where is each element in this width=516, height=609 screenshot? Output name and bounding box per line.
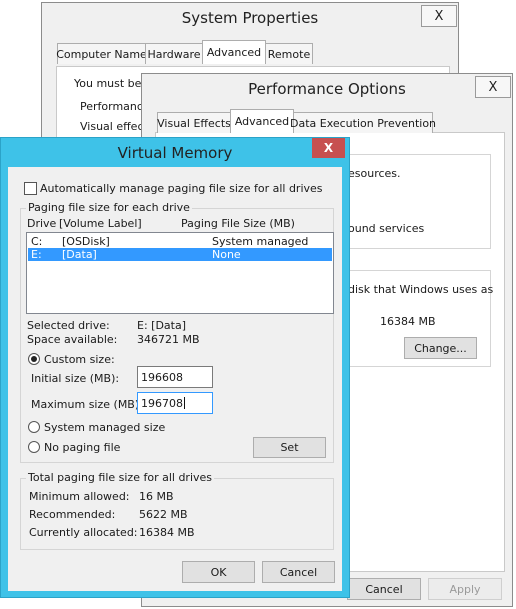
no-paging-radio[interactable] bbox=[28, 441, 40, 453]
set-button[interactable]: Set bbox=[253, 437, 326, 458]
initial-size-label: Initial size (MB): bbox=[31, 372, 120, 385]
paging-size: None bbox=[212, 248, 241, 261]
total-paging-size-value: 16384 MB bbox=[380, 315, 436, 328]
ok-button[interactable]: OK bbox=[182, 561, 255, 583]
initial-size-input[interactable]: 196608 bbox=[137, 366, 213, 388]
close-icon: X bbox=[434, 8, 444, 24]
auto-manage-label: Automatically manage paging file size fo… bbox=[40, 182, 323, 195]
cancel-button[interactable]: Cancel bbox=[262, 561, 335, 583]
currently-allocated-value: 16384 MB bbox=[139, 526, 195, 539]
tab-advanced[interactable]: Advanced bbox=[230, 109, 294, 133]
visual-effects-text: Visual effect bbox=[80, 120, 148, 133]
column-header-drive: Drive bbox=[27, 217, 57, 230]
currently-allocated-label: Currently allocated: bbox=[29, 526, 138, 539]
virtual-memory-dialog: Virtual Memory X Automatically manage pa… bbox=[0, 137, 350, 598]
volume-label: [OSDisk] bbox=[62, 235, 110, 248]
performance-options-titlebar: Performance Options bbox=[142, 74, 512, 104]
auto-manage-checkbox[interactable] bbox=[24, 182, 37, 195]
paging-size: System managed bbox=[212, 235, 309, 248]
tab-visual-effects[interactable]: Visual Effects bbox=[157, 112, 231, 133]
recommended-label: Recommended: bbox=[29, 508, 116, 521]
tab-hardware[interactable]: Hardware bbox=[145, 43, 203, 64]
system-managed-label: System managed size bbox=[44, 421, 166, 434]
selected-drive-value: E: [Data] bbox=[137, 319, 187, 332]
admin-notice-text: You must be l bbox=[74, 77, 148, 90]
window-title: Performance Options bbox=[248, 80, 406, 98]
virtual-memory-titlebar: Virtual Memory bbox=[1, 138, 349, 167]
drive-letter: E: bbox=[31, 248, 42, 261]
close-icon: X bbox=[488, 79, 498, 95]
maximum-size-label: Maximum size (MB): bbox=[31, 398, 143, 411]
volume-label: [Data] bbox=[62, 248, 97, 261]
change-button[interactable]: Change... bbox=[404, 337, 477, 359]
list-item-selected[interactable]: E: [Data] None bbox=[28, 248, 332, 261]
tab-data-execution-prevention[interactable]: Data Execution Prevention bbox=[290, 112, 436, 133]
window-title: Virtual Memory bbox=[117, 143, 233, 162]
close-button[interactable]: X bbox=[312, 138, 345, 158]
system-managed-radio[interactable] bbox=[28, 421, 40, 433]
list-item[interactable]: C: [OSDisk] System managed bbox=[28, 235, 332, 248]
tab-advanced[interactable]: Advanced bbox=[202, 40, 266, 64]
custom-size-radio[interactable] bbox=[28, 353, 40, 365]
dialog-client-area: Automatically manage paging file size fo… bbox=[8, 167, 342, 591]
column-header-volume-label: [Volume Label] bbox=[59, 217, 142, 230]
space-available-label: Space available: bbox=[27, 333, 118, 346]
paging-description-text: disk that Windows uses as bbox=[348, 283, 494, 296]
tab-computer-name[interactable]: Computer Name bbox=[56, 43, 147, 64]
selected-drive-label: Selected drive: bbox=[27, 319, 110, 332]
drive-letter: C: bbox=[31, 235, 43, 248]
cancel-button[interactable]: Cancel bbox=[347, 578, 421, 600]
performance-group-label: Performance bbox=[80, 100, 150, 113]
apply-button[interactable]: Apply bbox=[428, 578, 502, 600]
paging-group-label: Paging file size for each drive bbox=[26, 201, 192, 214]
drive-list[interactable]: C: [OSDisk] System managed E: [Data] Non… bbox=[26, 232, 334, 314]
custom-size-label: Custom size: bbox=[44, 353, 115, 366]
recommended-value: 5622 MB bbox=[139, 508, 188, 521]
close-button[interactable]: X bbox=[421, 5, 457, 27]
total-group-label: Total paging file size for all drives bbox=[26, 471, 215, 484]
space-available-value: 346721 MB bbox=[137, 333, 200, 346]
window-title: System Properties bbox=[181, 9, 319, 27]
minimum-allowed-label: Minimum allowed: bbox=[29, 490, 130, 503]
close-button[interactable]: X bbox=[475, 76, 511, 98]
tab-remote[interactable]: Remote bbox=[265, 43, 313, 64]
close-icon: X bbox=[323, 141, 334, 155]
text-cursor bbox=[184, 397, 185, 409]
minimum-allowed-value: 16 MB bbox=[139, 490, 174, 503]
resources-text: esources. bbox=[348, 167, 401, 180]
system-properties-titlebar: System Properties bbox=[42, 3, 458, 33]
no-paging-label: No paging file bbox=[44, 441, 121, 454]
column-header-paging-size: Paging File Size (MB) bbox=[181, 217, 295, 230]
background-services-text: ound services bbox=[348, 222, 425, 235]
maximum-size-input[interactable]: 196708 bbox=[137, 392, 213, 414]
